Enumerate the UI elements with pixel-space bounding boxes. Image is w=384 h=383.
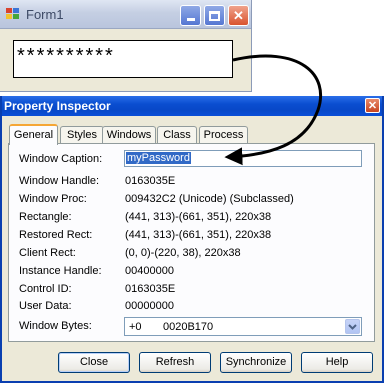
window-caption-label: Window Caption: (19, 153, 103, 165)
tab-process[interactable]: Process (199, 126, 248, 144)
close-window-button[interactable]: ✕ (228, 5, 249, 26)
instance-handle-value: 00400000 (125, 265, 174, 277)
restored-rect-label: Restored Rect: (19, 229, 93, 241)
inspector-close-button[interactable]: ✕ (365, 98, 380, 113)
dropdown-arrow-button[interactable] (345, 319, 360, 334)
window-bytes-value: 0020B170 (163, 321, 214, 333)
password-field[interactable]: ********** (13, 40, 233, 78)
window-caption-input[interactable]: myPassword (124, 150, 362, 167)
form1-title: Form1 (26, 7, 64, 22)
help-button[interactable]: Help (301, 352, 373, 373)
maximize-button[interactable] (204, 5, 225, 26)
synchronize-button[interactable]: Synchronize (220, 352, 292, 373)
user-data-value: 00000000 (125, 300, 174, 312)
restored-rect-value: (441, 313)-(661, 351), 220x38 (125, 229, 272, 241)
refresh-button[interactable]: Refresh (139, 352, 211, 373)
inspector-title: Property Inspector (4, 99, 111, 113)
chevron-down-icon (348, 323, 357, 330)
instance-handle-label: Instance Handle: (19, 265, 102, 277)
close-icon: ✕ (233, 8, 244, 23)
window-caption-value: myPassword (126, 152, 191, 164)
window-bytes-label: Window Bytes: (19, 320, 92, 332)
tab-windows[interactable]: Windows (102, 126, 156, 144)
tab-styles[interactable]: Styles (60, 126, 104, 144)
control-id-value: 0163035E (125, 283, 176, 295)
tab-general[interactable]: General (9, 124, 58, 145)
minimize-icon (186, 18, 195, 21)
user-data-label: User Data: (19, 300, 72, 312)
window-proc-label: Window Proc: (19, 193, 87, 205)
window-handle-value: 0163035E (125, 175, 176, 187)
window-bytes-dropdown[interactable]: +0 0020B170 (124, 317, 362, 336)
client-rect-value: (0, 0)-(220, 38), 220x38 (125, 247, 241, 259)
app-icon (6, 8, 20, 20)
close-icon: ✕ (367, 100, 378, 112)
form1-window: Form1 ✕ ********** (0, 0, 252, 92)
maximize-icon (209, 10, 220, 21)
control-id-label: Control ID: (19, 283, 72, 295)
form1-title-bar[interactable]: Form1 ✕ (0, 0, 251, 29)
minimize-button[interactable] (180, 5, 201, 26)
rectangle-value: (441, 313)-(661, 351), 220x38 (125, 211, 272, 223)
tab-class[interactable]: Class (157, 126, 197, 144)
window-proc-value: 009432C2 (Unicode) (Subclassed) (125, 193, 294, 205)
window-handle-label: Window Handle: (19, 175, 100, 187)
rectangle-label: Rectangle: (19, 211, 72, 223)
inspector-title-bar[interactable]: Property Inspector (2, 96, 382, 116)
close-button[interactable]: Close (58, 352, 130, 373)
client-rect-label: Client Rect: (19, 247, 76, 259)
general-panel (8, 143, 375, 342)
window-bytes-offset: +0 (129, 321, 142, 333)
